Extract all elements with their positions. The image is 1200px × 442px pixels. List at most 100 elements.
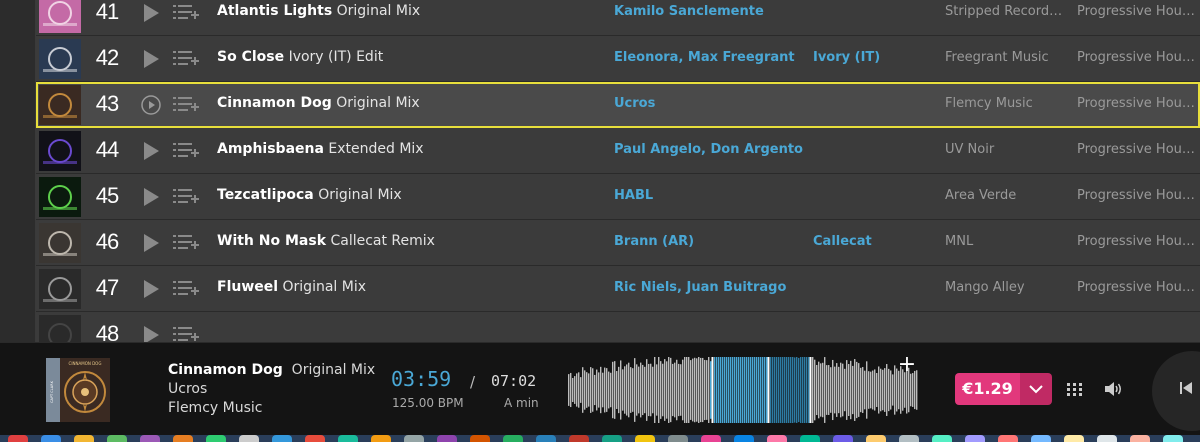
add-to-queue-icon[interactable] [172,2,200,24]
dock-app-icon[interactable] [404,435,424,442]
dock-app-icon[interactable] [239,435,259,442]
play-icon[interactable] [140,48,162,70]
track-label[interactable]: Freegrant Music [945,50,1063,65]
track-artists[interactable]: Kamilo Sanclemente [614,4,764,19]
grid-icon[interactable] [1066,381,1084,397]
now-playing-label[interactable]: Flemcy Music [168,400,262,416]
dock-app-icon[interactable] [305,435,325,442]
track-genre[interactable]: Progressive Hou… [1077,50,1195,65]
now-playing-icon[interactable] [140,94,162,116]
track-label[interactable]: Mango Alley [945,280,1063,295]
track-genre[interactable]: Progressive Hou… [1077,234,1195,249]
track-row[interactable]: 46 With No Mask Callecat Remix Brann (AR… [36,220,1200,266]
dock-app-icon[interactable] [437,435,457,442]
dock-app-icon[interactable] [767,435,787,442]
track-artists[interactable]: Ucros [614,96,655,111]
track-title[interactable]: So Close Ivory (IT) Edit [217,49,383,65]
track-cover-art[interactable] [39,131,81,171]
track-artists[interactable]: Ric Niels, Juan Buitrago [614,280,786,295]
now-playing-title[interactable]: Cinnamon Dog Original Mix [168,362,375,378]
track-title[interactable]: Fluweel Original Mix [217,279,366,295]
track-cover-art[interactable] [39,315,81,342]
play-icon[interactable] [140,186,162,208]
dock-app-icon[interactable] [668,435,688,442]
add-to-queue-icon[interactable] [172,232,200,254]
dock-app-icon[interactable] [1163,435,1183,442]
track-cover-art[interactable] [39,177,81,217]
track-remixers[interactable]: Ivory (IT) [813,50,880,65]
track-title[interactable]: Cinnamon Dog Original Mix [217,95,420,111]
dock-app-icon[interactable] [965,435,985,442]
dock-app-icon[interactable] [8,435,28,442]
play-icon[interactable] [140,324,162,342]
track-cover-art[interactable] [39,85,81,125]
track-cover-art[interactable] [39,39,81,79]
dock-app-icon[interactable] [41,435,61,442]
track-genre[interactable]: Progressive Hou… [1077,188,1195,203]
track-cover-art[interactable] [39,223,81,263]
track-artists[interactable]: Paul Angelo, Don Argento [614,142,803,157]
dock-app-icon[interactable] [734,435,754,442]
play-icon[interactable] [140,2,162,24]
dock-app-icon[interactable] [74,435,94,442]
dock-app-icon[interactable] [998,435,1018,442]
track-genre[interactable]: Progressive Hou… [1077,280,1195,295]
track-row[interactable]: 47 Fluweel Original Mix Ric Niels, Juan … [36,266,1200,312]
dock-app-icon[interactable] [140,435,160,442]
price-dropdown-button[interactable] [1020,373,1052,405]
dock-app-icon[interactable] [107,435,127,442]
dock-app-icon[interactable] [833,435,853,442]
dock-app-icon[interactable] [503,435,523,442]
dock-app-icon[interactable] [272,435,292,442]
dock-app-icon[interactable] [1031,435,1051,442]
dock-app-icon[interactable] [1130,435,1150,442]
add-to-queue-icon[interactable] [172,186,200,208]
add-to-queue-icon[interactable] [172,324,200,342]
track-genre[interactable]: Progressive Hou… [1077,96,1195,111]
waveform-scrubber[interactable] [568,355,918,425]
track-row[interactable]: 44 Amphisbaena Extended Mix Paul Angelo,… [36,128,1200,174]
play-icon[interactable] [140,232,162,254]
track-cover-art[interactable] [39,269,81,309]
buy-price-button[interactable]: €1.29 [955,373,1020,405]
play-icon[interactable] [140,140,162,162]
track-artists[interactable]: Brann (AR) [614,234,694,249]
dock-app-icon[interactable] [338,435,358,442]
dock-app-icon[interactable] [470,435,490,442]
dock-app-icon[interactable] [899,435,919,442]
add-to-queue-icon[interactable] [172,278,200,300]
track-title[interactable]: Atlantis Lights Original Mix [217,3,420,19]
dock-app-icon[interactable] [1097,435,1117,442]
track-remixers[interactable]: Callecat [813,234,872,249]
track-title[interactable]: Tezcatlipoca Original Mix [217,187,402,203]
track-title[interactable]: Amphisbaena Extended Mix [217,141,424,157]
play-icon[interactable] [140,278,162,300]
dock-app-icon[interactable] [173,435,193,442]
dock-app-icon[interactable] [569,435,589,442]
add-to-playlist-button[interactable]: + [897,354,917,376]
dock-app-icon[interactable] [866,435,886,442]
dock-app-icon[interactable] [932,435,952,442]
dock-app-icon[interactable] [800,435,820,442]
track-row[interactable]: 41 Atlantis Lights Original Mix Kamilo S… [36,0,1200,36]
dock-app-icon[interactable] [701,435,721,442]
track-row[interactable]: 48 [36,312,1200,342]
track-label[interactable]: Stripped Record… [945,4,1063,19]
track-label[interactable]: Flemcy Music [945,96,1063,111]
dock-app-icon[interactable] [206,435,226,442]
add-to-queue-icon[interactable] [172,140,200,162]
dock-app-icon[interactable] [536,435,556,442]
track-label[interactable]: MNL [945,234,1063,249]
add-to-queue-icon[interactable] [172,94,200,116]
dock-app-icon[interactable] [635,435,655,442]
track-genre[interactable]: Progressive Hou… [1077,4,1195,19]
track-artists[interactable]: Eleonora, Max Freegrant [614,50,795,65]
track-row[interactable]: 45 Tezcatlipoca Original Mix HABL Area V… [36,174,1200,220]
dock-app-icon[interactable] [371,435,391,442]
now-playing-artist[interactable]: Ucros [168,381,207,397]
now-playing-cover[interactable]: CINNAMON DOG CAPT CLARK [46,358,110,422]
track-label[interactable]: Area Verde [945,188,1063,203]
add-to-queue-icon[interactable] [172,48,200,70]
track-artists[interactable]: HABL [614,188,653,203]
track-row[interactable]: 43 Cinnamon Dog Original Mix Ucros Flemc… [36,82,1200,128]
